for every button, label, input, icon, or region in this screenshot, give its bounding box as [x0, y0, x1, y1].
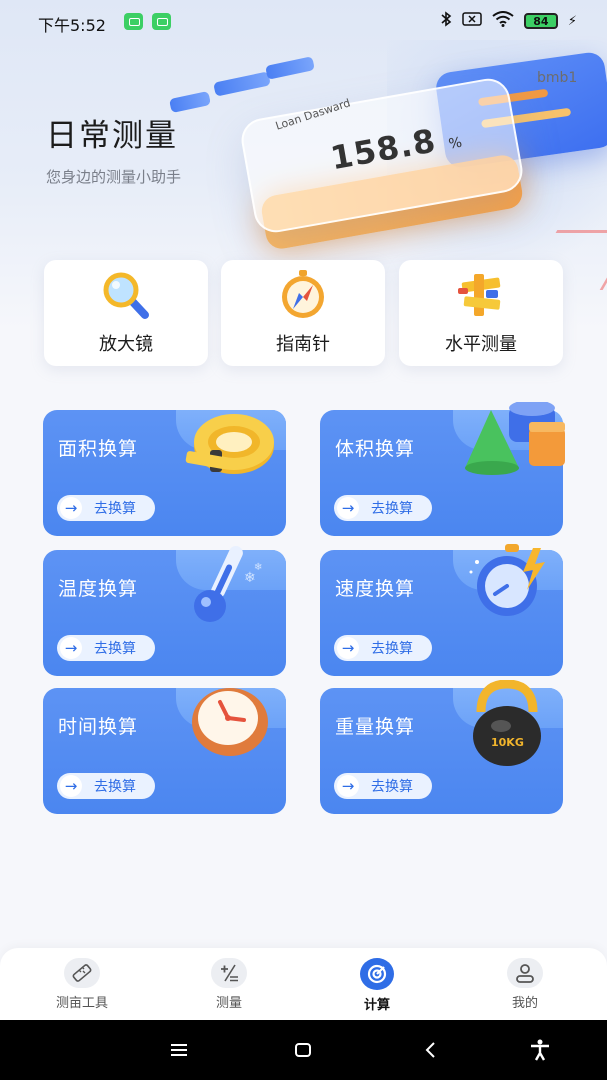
- conversion-title: 时间换算: [58, 716, 139, 738]
- convert-button[interactable]: → 去换算: [334, 773, 432, 799]
- conversion-title: 重量换算: [335, 716, 416, 738]
- nav-item-profile[interactable]: 我的: [475, 958, 575, 1011]
- convert-button[interactable]: → 去换算: [334, 635, 432, 661]
- convert-button-label: 去换算: [371, 501, 413, 517]
- page-title: 日常测量: [46, 118, 178, 154]
- wifi-icon: [492, 11, 514, 31]
- home-icon[interactable]: [290, 1037, 316, 1063]
- convert-button[interactable]: → 去换算: [57, 635, 155, 661]
- app-notification-icon: [152, 13, 171, 30]
- convert-button-label: 去换算: [94, 501, 136, 517]
- nav-label: 我的: [511, 996, 538, 1011]
- thermometer-icon: ❄ ❄: [180, 542, 280, 632]
- tool-label: 放大镜: [99, 334, 153, 355]
- arrow-right-icon: →: [60, 637, 82, 659]
- tape-measure-icon: [180, 402, 280, 492]
- 3d-shapes-icon: [457, 400, 567, 492]
- user-tag: bmb1: [537, 70, 578, 86]
- conversion-card-temperature[interactable]: 温度换算 ❄ ❄ → 去换算: [43, 545, 286, 676]
- arrow-right-icon: →: [60, 775, 82, 797]
- arrow-right-icon: →: [60, 497, 82, 519]
- bottom-nav: 测亩工具 测量 计算 我的: [0, 948, 607, 1020]
- convert-button[interactable]: → 去换算: [334, 495, 432, 521]
- conversion-title: 温度换算: [58, 578, 139, 600]
- conversion-title: 体积换算: [335, 438, 416, 460]
- nav-label: 测量: [215, 996, 242, 1011]
- conversion-card-time[interactable]: 时间换算 → 去换算: [43, 688, 286, 814]
- back-icon[interactable]: [418, 1037, 444, 1063]
- system-nav-bar: [0, 1020, 607, 1080]
- level-ruler-icon: [454, 270, 508, 320]
- convert-button-label: 去换算: [371, 641, 413, 657]
- svg-text:❄: ❄: [254, 562, 262, 573]
- tool-label: 指南针: [276, 334, 330, 355]
- convert-button-label: 去换算: [371, 779, 413, 795]
- tool-label: 水平测量: [445, 334, 517, 355]
- app-notification-icon: [124, 13, 143, 30]
- menu-icon[interactable]: [166, 1037, 192, 1063]
- compass-icon: [276, 270, 330, 320]
- arrow-right-icon: →: [337, 775, 359, 797]
- tool-magnifier[interactable]: 放大镜: [44, 260, 208, 366]
- nav-item-calculate[interactable]: 计算: [327, 958, 427, 1013]
- convert-button[interactable]: → 去换算: [57, 495, 155, 521]
- convert-button-label: 去换算: [94, 779, 136, 795]
- tool-level[interactable]: 水平测量: [399, 260, 563, 366]
- conversion-title: 面积换算: [58, 438, 139, 460]
- battery-icon: 84: [523, 13, 558, 29]
- conversion-card-weight[interactable]: 重量换算 10KG → 去换算: [320, 679, 563, 814]
- arrow-right-icon: →: [337, 497, 359, 519]
- accessibility-icon[interactable]: [527, 1037, 553, 1063]
- convert-button[interactable]: → 去换算: [57, 773, 155, 799]
- bluetooth-icon: [440, 11, 452, 31]
- stopwatch-icon: [457, 542, 557, 632]
- no-sim-icon: [462, 12, 482, 30]
- plus-minus-icon: [211, 958, 247, 988]
- status-time: 下午5:52: [38, 16, 106, 35]
- kettlebell-weight-text: 10KG: [491, 736, 524, 749]
- conversion-title: 速度换算: [335, 578, 416, 600]
- charging-icon: ⚡: [567, 13, 577, 29]
- convert-button-label: 去换算: [94, 641, 136, 657]
- kettlebell-icon: 10KG: [457, 679, 557, 770]
- clock-icon: [180, 680, 280, 770]
- conversion-card-volume[interactable]: 体积换算 → 去换算: [320, 400, 565, 536]
- nav-item-measure[interactable]: 测量: [179, 958, 279, 1011]
- conversion-card-area[interactable]: 面积换算 → 去换算: [43, 410, 286, 536]
- tool-compass[interactable]: 指南针: [221, 260, 385, 366]
- conversion-card-speed[interactable]: 速度换算 → 去换算: [320, 544, 563, 676]
- arrow-right-icon: →: [337, 637, 359, 659]
- page-subtitle: 您身边的测量小助手: [46, 168, 182, 186]
- magnifier-icon: [99, 270, 153, 320]
- nav-label: 计算: [363, 998, 390, 1013]
- nav-item-tools[interactable]: 测亩工具: [32, 958, 132, 1011]
- ruler-icon: [64, 958, 100, 988]
- status-bar: 下午5:52 84 ⚡: [0, 0, 607, 44]
- calculate-icon: [360, 958, 394, 990]
- profile-icon: [507, 958, 543, 988]
- nav-label: 测亩工具: [55, 996, 108, 1011]
